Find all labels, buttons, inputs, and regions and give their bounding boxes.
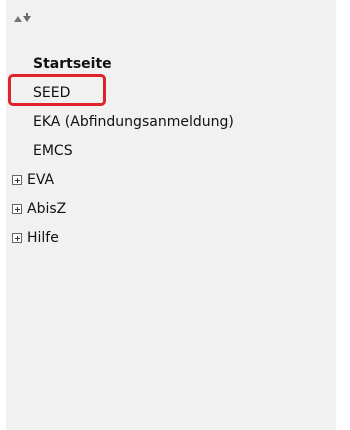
nav-item-label: EVA (27, 171, 55, 188)
nav-folder-hilfe[interactable]: Hilfe (6, 223, 336, 252)
nav-item-label: Startseite (33, 55, 112, 72)
expand-plus-icon[interactable] (12, 203, 22, 214)
nav-item-label: Hilfe (27, 229, 59, 246)
nav-item-emcs[interactable]: EMCS (6, 136, 336, 165)
expand-plus-icon[interactable] (12, 232, 22, 243)
nav-item-label: EKA (Abfindungsanmeldung) (33, 113, 234, 130)
nav-item-seed[interactable]: SEED (6, 78, 336, 107)
sort-up-icon[interactable] (14, 16, 22, 22)
nav-item-label: EMCS (33, 142, 73, 159)
nav-item-label: AbisZ (27, 200, 67, 217)
sort-controls[interactable] (14, 12, 31, 26)
nav-item-eka[interactable]: EKA (Abfindungsanmeldung) (6, 107, 336, 136)
nav-item-label: SEED (33, 84, 71, 101)
nav-folder-abisz[interactable]: AbisZ (6, 194, 336, 223)
expand-plus-icon[interactable] (12, 174, 22, 185)
navigation-panel: Startseite SEED EKA (Abfindungsanmeldung… (6, 0, 336, 430)
sort-down-icon[interactable] (23, 13, 31, 22)
navigation-tree: Startseite SEED EKA (Abfindungsanmeldung… (6, 49, 336, 252)
nav-item-startseite[interactable]: Startseite (6, 49, 336, 78)
nav-folder-eva[interactable]: EVA (6, 165, 336, 194)
